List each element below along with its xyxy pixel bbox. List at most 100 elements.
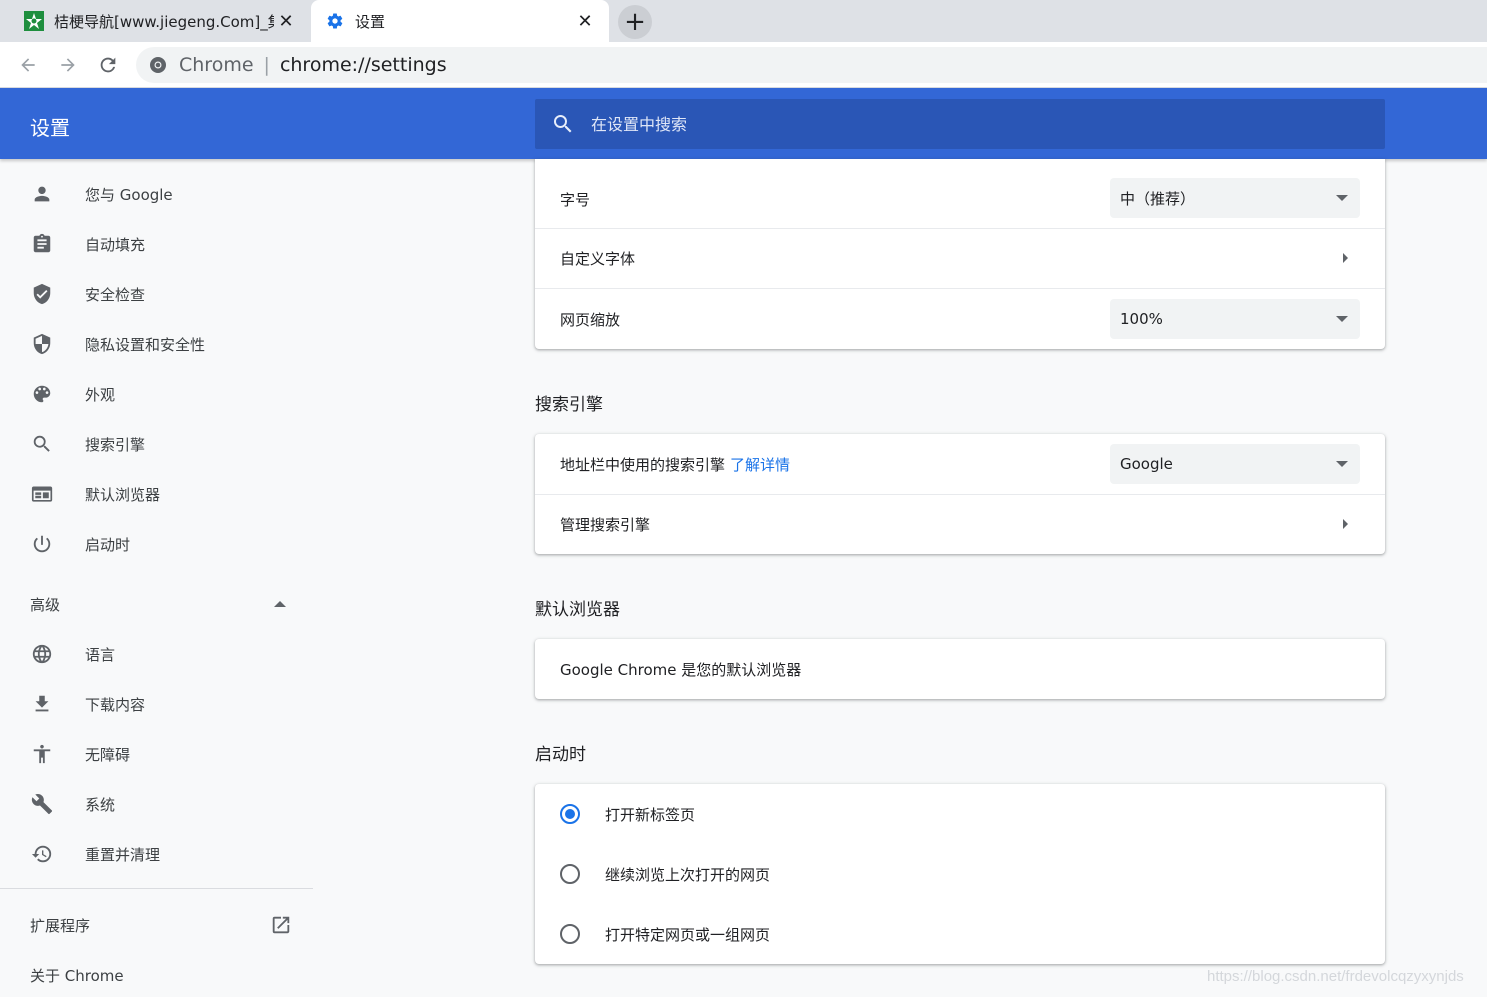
radio-label: 继续浏览上次打开的网页 [605,865,771,884]
search-engine-card: 地址栏中使用的搜索引擎 了解详情 Google 管理搜索引擎 [535,434,1385,554]
clipboard-icon [30,232,54,256]
sidebar-item-label: 自动填充 [85,235,146,254]
sidebar-item-autofill[interactable]: 自动填充 [0,219,313,269]
manage-search-engines-row[interactable]: 管理搜索引擎 [535,494,1385,554]
site-chip: Chrome [179,54,254,76]
sidebar-item-label: 重置并清理 [85,845,161,864]
close-tab-icon[interactable]: ✕ [573,9,597,33]
font-size-select[interactable]: 中（推荐） [1110,178,1360,218]
settings-header: 设置 [0,88,1487,159]
manage-search-engines-label: 管理搜索引擎 [560,516,651,534]
watermark: https://blog.csdn.net/frdevolcqzyxynjds [1207,968,1464,985]
sidebar-extensions-link[interactable]: 扩展程序 [0,903,313,947]
extensions-label: 扩展程序 [30,916,91,935]
wrench-icon [30,792,54,816]
restore-icon [30,842,54,866]
sidebar-item-default-browser[interactable]: 默认浏览器 [0,469,313,519]
search-input[interactable] [591,114,1291,134]
jiegeng-favicon [24,11,44,31]
sidebar-item-on-startup[interactable]: 启动时 [0,519,313,569]
url-separator: | [263,54,270,76]
sidebar-about-chrome[interactable]: 关于 Chrome [0,953,313,997]
section-title-default-browser: 默认浏览器 [535,600,620,620]
tab-jiegeng[interactable]: 桔梗导航[www.jiegeng.Com]_集 ✕ [10,0,310,42]
shield-check-icon [30,282,54,306]
tab-settings[interactable]: 设置 ✕ [311,0,609,42]
palette-icon [30,382,54,406]
gear-icon [325,11,345,31]
font-size-label: 字号 [560,191,591,209]
zoom-label: 网页缩放 [560,310,621,329]
zoom-row: 网页缩放 100% [535,288,1385,349]
omnibox-engine-label: 地址栏中使用的搜索引擎 了解详情 [560,454,790,475]
download-icon [30,692,54,716]
external-link-icon [270,914,292,936]
sidebar-item-label: 下载内容 [85,695,146,714]
default-browser-row: Google Chrome 是您的默认浏览器 [535,639,1385,699]
url-text: chrome://settings [279,54,447,76]
settings-search-box[interactable] [535,99,1385,149]
search-icon [30,432,54,456]
chevron-right-icon [1343,253,1348,263]
new-tab-button[interactable]: + [618,5,652,39]
tab-title: 设置 [355,12,386,31]
close-tab-icon[interactable]: ✕ [274,9,298,33]
person-icon [30,182,54,206]
sidebar-divider [0,888,313,889]
zoom-select[interactable]: 100% [1110,299,1360,339]
sidebar-item-system[interactable]: 系统 [0,779,313,829]
sidebar-advanced-toggle[interactable]: 高级 [0,579,313,629]
sidebar-item-label: 无障碍 [85,745,131,764]
sidebar-item-reset[interactable]: 重置并清理 [0,829,313,879]
radio-label: 打开新标签页 [605,805,696,824]
tab-strip: 桔梗导航[www.jiegeng.Com]_集 ✕ 设置 ✕ + [0,0,1487,42]
search-icon [551,112,575,136]
sidebar-item-privacy[interactable]: 隐私设置和安全性 [0,319,313,369]
sidebar-item-you-and-google[interactable]: 您与 Google [0,169,313,219]
sidebar-item-label: 隐私设置和安全性 [85,335,206,354]
tab-title: 桔梗导航[www.jiegeng.Com]_集 [54,12,274,31]
startup-option-specific-pages[interactable]: 打开特定网页或一组网页 [535,904,1385,964]
startup-option-new-tab[interactable]: 打开新标签页 [535,784,1385,844]
sidebar-item-safety-check[interactable]: 安全检查 [0,269,313,319]
sidebar-item-languages[interactable]: 语言 [0,629,313,679]
section-title-on-startup: 启动时 [535,745,586,765]
chevron-right-icon [1343,519,1348,529]
on-startup-card: 打开新标签页 继续浏览上次打开的网页 打开特定网页或一组网页 [535,784,1385,964]
radio-unchecked[interactable] [560,864,580,884]
sidebar-item-search-engine[interactable]: 搜索引擎 [0,419,313,469]
sidebar-item-label: 外观 [85,385,116,404]
select-value: 中（推荐） [1120,189,1196,208]
default-browser-card: Google Chrome 是您的默认浏览器 [535,639,1385,699]
sidebar-item-label: 启动时 [85,535,131,554]
dropdown-arrow-icon [1336,461,1348,467]
accessibility-icon [30,742,54,766]
caret-up-icon [270,594,290,614]
learn-more-link[interactable]: 了解详情 [730,456,790,474]
chrome-page-icon [149,56,167,74]
browser-toolbar: Chrome | chrome://settings [0,42,1487,88]
omnibox-engine-row: 地址栏中使用的搜索引擎 了解详情 Google [535,434,1385,494]
sidebar-item-appearance[interactable]: 外观 [0,369,313,419]
sidebar-item-label: 默认浏览器 [85,485,161,504]
custom-fonts-row[interactable]: 自定义字体 [535,228,1385,288]
startup-option-continue[interactable]: 继续浏览上次打开的网页 [535,844,1385,904]
radio-unchecked[interactable] [560,924,580,944]
radio-checked[interactable] [560,804,580,824]
advanced-label: 高级 [30,595,61,614]
reload-icon[interactable] [94,51,122,79]
page-title: 设置 [30,116,70,140]
select-value: 100% [1120,310,1163,328]
sidebar-item-downloads[interactable]: 下载内容 [0,679,313,729]
shield-half-icon [30,332,54,356]
sidebar-item-label: 语言 [85,645,116,664]
browser-icon [30,482,54,506]
back-arrow-icon[interactable] [14,51,42,79]
appearance-card: 字号 中（推荐） 自定义字体 网页缩放 100% [535,159,1385,349]
search-engine-select[interactable]: Google [1110,444,1360,484]
address-bar[interactable]: Chrome | chrome://settings [136,47,1487,83]
power-icon [30,532,54,556]
forward-arrow-icon[interactable] [54,51,82,79]
section-title-search-engine: 搜索引擎 [535,395,603,415]
sidebar-item-accessibility[interactable]: 无障碍 [0,729,313,779]
